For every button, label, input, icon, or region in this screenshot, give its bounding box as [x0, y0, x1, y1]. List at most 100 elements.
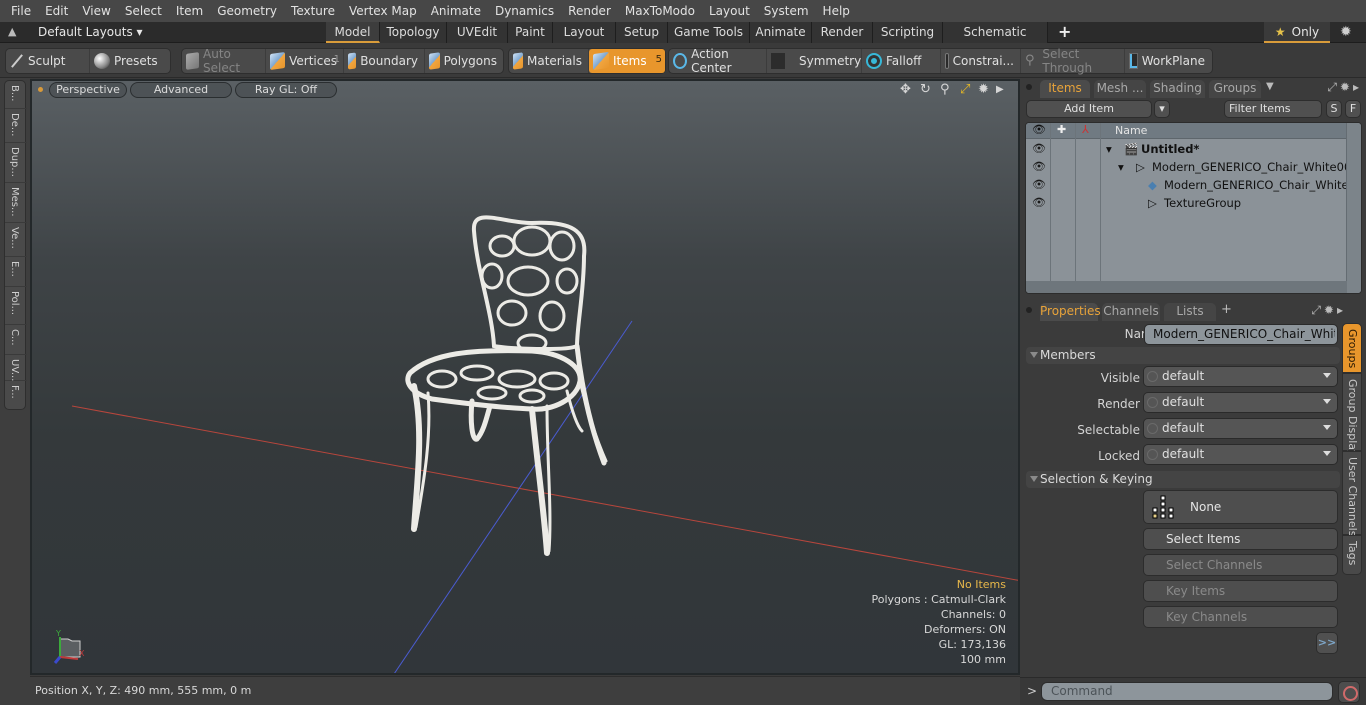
polygons-button[interactable]: Polygons	[425, 49, 503, 73]
collapse-arrow-icon[interactable]: ▲	[8, 25, 22, 39]
menu-item[interactable]: Item	[169, 0, 210, 22]
left-tab-uv[interactable]: UV...	[5, 355, 27, 381]
record-macro-button[interactable]	[1338, 681, 1360, 703]
viewport-menu-dot[interactable]	[38, 87, 43, 92]
tree-vertical-scrollbar[interactable]	[1346, 123, 1361, 293]
selectable-dropdown[interactable]: default	[1143, 418, 1338, 439]
menu-help[interactable]: Help	[816, 0, 857, 22]
tree-row[interactable]: 👁 ▷ TextureGroup	[1026, 194, 1347, 212]
advanced-button[interactable]: Advanced	[130, 82, 232, 98]
add-item-dropdown[interactable]: ▾	[1154, 100, 1170, 118]
menu-system[interactable]: System	[757, 0, 816, 22]
command-input[interactable]: Command	[1041, 682, 1333, 701]
menu-animate[interactable]: Animate	[424, 0, 488, 22]
left-tab-fusion[interactable]: F...	[5, 381, 27, 409]
tab-properties[interactable]: Properties	[1040, 303, 1101, 321]
members-section[interactable]: Members	[1026, 347, 1340, 364]
menu-layout[interactable]: Layout	[702, 0, 757, 22]
only-button[interactable]: ★ Only	[1264, 22, 1330, 43]
eye-icon[interactable]: 👁	[1032, 176, 1046, 194]
side-tab-tags[interactable]: Tags	[1342, 535, 1362, 575]
menu-view[interactable]: View	[75, 0, 117, 22]
menu-maxtomodo[interactable]: MaxToModo	[618, 0, 702, 22]
select-channels-button[interactable]: Select Channels	[1143, 554, 1338, 576]
key-items-button[interactable]: Key Items	[1143, 580, 1338, 602]
zoom-icon[interactable]: ⚲	[940, 82, 950, 97]
vertices-button[interactable]: Vertices 1	[266, 49, 344, 73]
auto-select-button[interactable]: Auto Select	[182, 47, 266, 75]
tab-setup[interactable]: Setup	[616, 22, 668, 43]
key-channels-button[interactable]: Key Channels	[1143, 606, 1338, 628]
locked-dropdown[interactable]: default	[1143, 444, 1338, 465]
perspective-button[interactable]: Perspective	[49, 82, 127, 98]
left-tab-mesh-edit[interactable]: Mes...	[5, 183, 27, 223]
menu-edit[interactable]: Edit	[38, 0, 75, 22]
left-tab-duplicate[interactable]: Dup...	[5, 143, 27, 183]
tree-row[interactable]: 👁 ◆ Modern_GENERICO_Chair_White001	[1026, 176, 1361, 194]
menu-render[interactable]: Render	[561, 0, 618, 22]
chair-model[interactable]	[405, 215, 608, 556]
tab-uvedit[interactable]: UVEdit	[447, 22, 508, 43]
more-button[interactable]: >>	[1316, 632, 1338, 654]
viewport-gear-icon[interactable]: ✹	[978, 82, 989, 97]
select-through-button[interactable]: ⚲ Select Through	[1021, 47, 1125, 75]
tab-channels[interactable]: Channels	[1102, 303, 1160, 321]
name-column-header[interactable]: Name	[1115, 124, 1147, 137]
s-button[interactable]: S	[1326, 100, 1342, 118]
tab-scripting[interactable]: Scripting	[873, 22, 943, 43]
selection-keying-section[interactable]: Selection & Keying	[1026, 471, 1340, 488]
boundary-button[interactable]: Boundary	[344, 49, 425, 73]
tab-animate[interactable]: Animate	[750, 22, 812, 43]
left-tab-edge[interactable]: E...	[5, 257, 27, 287]
maximize-icon[interactable]: ⤢	[960, 82, 970, 97]
workplane-button[interactable]: WorkPlane	[1125, 49, 1211, 73]
menu-dynamics[interactable]: Dynamics	[488, 0, 561, 22]
add-item-button[interactable]: Add Item	[1026, 100, 1152, 118]
falloff-button[interactable]: Falloff	[862, 49, 941, 73]
tab-items[interactable]: Items	[1040, 80, 1090, 98]
action-center-button[interactable]: Action Center	[669, 47, 767, 75]
constraints-button[interactable]: Constrai...	[941, 49, 1021, 73]
panel-menu-dot[interactable]	[1026, 84, 1032, 90]
none-hierarchy-button[interactable]: None	[1143, 490, 1338, 524]
left-tab-basic[interactable]: B...	[5, 81, 27, 109]
materials-button[interactable]: Materials	[509, 49, 589, 73]
name-field[interactable]: Modern_GENERICO_Chair_White001	[1144, 324, 1338, 345]
select-items-button[interactable]: Select Items	[1143, 528, 1338, 550]
rotate-icon[interactable]: ↻	[920, 82, 931, 97]
3d-viewport[interactable]: Y X Perspective Advanced Ray GL: Off ✥ ↻…	[30, 79, 1020, 675]
menu-file[interactable]: File	[4, 0, 38, 22]
eye-icon[interactable]: 👁	[1032, 140, 1046, 158]
tab-paint[interactable]: Paint	[508, 22, 553, 43]
expand-arrow-icon[interactable]: ▶	[996, 84, 1004, 95]
eye-icon[interactable]: 👁	[1032, 194, 1046, 212]
layout-select[interactable]: Default Layouts ▾	[38, 24, 143, 41]
filter-items-input[interactable]: Filter Items	[1224, 100, 1322, 118]
items-button[interactable]: Items 5	[589, 49, 665, 73]
tab-topology[interactable]: Topology	[380, 22, 447, 43]
symmetry-button[interactable]: Symmetry	[767, 49, 862, 73]
left-tab-vertex[interactable]: Ve...	[5, 223, 27, 257]
left-tab-curve[interactable]: C...	[5, 325, 27, 355]
tab-render[interactable]: Render	[812, 22, 873, 43]
raygl-button[interactable]: Ray GL: Off	[235, 82, 337, 98]
tabs-dropdown-icon[interactable]: ▼	[1266, 81, 1274, 92]
tab-lists[interactable]: Lists	[1164, 303, 1216, 321]
panel-menu-dot[interactable]	[1026, 307, 1032, 313]
axis-column-icon[interactable]: ⅄	[1082, 123, 1089, 136]
render-dropdown[interactable]: default	[1143, 392, 1338, 413]
tree-row[interactable]: 👁 ▾ ▷ Modern_GENERICO_Chair_White001 ...	[1026, 158, 1361, 176]
add-tab-button[interactable]: +	[1058, 22, 1071, 42]
left-tab-deform[interactable]: De...	[5, 109, 27, 143]
tab-layout[interactable]: Layout	[553, 22, 616, 43]
presets-button[interactable]: Presets	[90, 49, 170, 73]
menu-vertex-map[interactable]: Vertex Map	[342, 0, 424, 22]
tab-groups[interactable]: Groups	[1209, 80, 1261, 98]
pan-icon[interactable]: ✥	[900, 82, 911, 97]
menu-select[interactable]: Select	[118, 0, 169, 22]
gear-icon[interactable]: ✹	[1340, 24, 1352, 40]
tab-model[interactable]: Model	[326, 22, 380, 43]
visibility-column-icon[interactable]: 👁	[1032, 123, 1046, 136]
visible-dropdown[interactable]: default	[1143, 366, 1338, 387]
tab-game-tools[interactable]: Game Tools	[668, 22, 750, 43]
